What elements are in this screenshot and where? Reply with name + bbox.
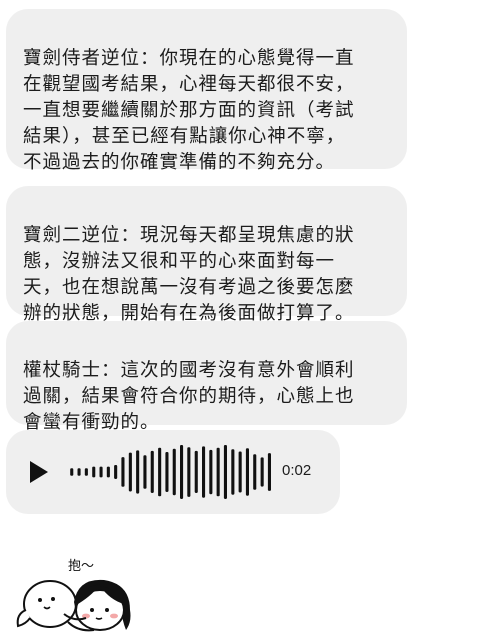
voice-duration: 0:02: [282, 462, 312, 479]
waveform-bar: [253, 454, 257, 490]
waveform-bar: [187, 447, 191, 497]
waveform-bar: [180, 445, 184, 499]
voice-message[interactable]: 0:02: [6, 430, 340, 514]
message-text: 權杖騎士：這次的國考沒有意外會順利 過關，結果會符合你的期待，心態上也 會蠻有衝…: [23, 360, 355, 433]
waveform-bar: [114, 465, 118, 479]
waveform-bar: [238, 451, 242, 493]
waveform-bar: [202, 446, 206, 498]
waveform-bar: [216, 447, 220, 497]
waveform-bar: [165, 452, 169, 492]
waveform-bar: [84, 468, 88, 476]
message-text: 寶劍二逆位：現況每天都呈現焦慮的狀 態，沒辦法又很和平的心來面對每一 天，也在想…: [23, 225, 355, 324]
waveform-bar: [194, 450, 198, 493]
waveform-bar: [150, 450, 154, 493]
message-bubble[interactable]: 權杖騎士：這次的國考沒有意外會順利 過關，結果會符合你的期待，心態上也 會蠻有衝…: [6, 321, 407, 433]
message-text: 寶劍侍者逆位：你現在的心態覺得一直 在觀望國考結果，心裡每天都很不安， 一直想要…: [23, 48, 355, 173]
sticker-caption: 抱～: [68, 558, 94, 574]
waveform-bar: [267, 453, 271, 491]
waveform-bar: [77, 468, 81, 476]
waveform: [70, 445, 271, 499]
waveform-bar: [209, 449, 213, 495]
waveform-bar: [128, 452, 132, 492]
waveform-bar: [231, 449, 235, 495]
waveform-bar: [106, 466, 110, 478]
waveform-bar: [99, 466, 103, 478]
waveform-bar: [223, 445, 227, 499]
message-bubble[interactable]: 寶劍二逆位：現況每天都呈現焦慮的狀 態，沒辦法又很和平的心來面對每一 天，也在想…: [6, 186, 407, 324]
waveform-bar: [172, 448, 176, 496]
message-bubble[interactable]: 寶劍侍者逆位：你現在的心態覺得一直 在觀望國考結果，心裡每天都很不安， 一直想要…: [6, 9, 407, 173]
waveform-bar: [70, 468, 74, 476]
hug-sticker-icon[interactable]: 抱～: [8, 552, 138, 636]
waveform-bar: [158, 447, 162, 497]
play-icon[interactable]: [30, 461, 48, 483]
waveform-bar: [245, 448, 249, 496]
waveform-bar: [143, 455, 147, 489]
waveform-bar: [260, 457, 264, 487]
waveform-bar: [121, 457, 125, 487]
waveform-bar: [92, 466, 96, 478]
waveform-bar: [136, 450, 140, 494]
